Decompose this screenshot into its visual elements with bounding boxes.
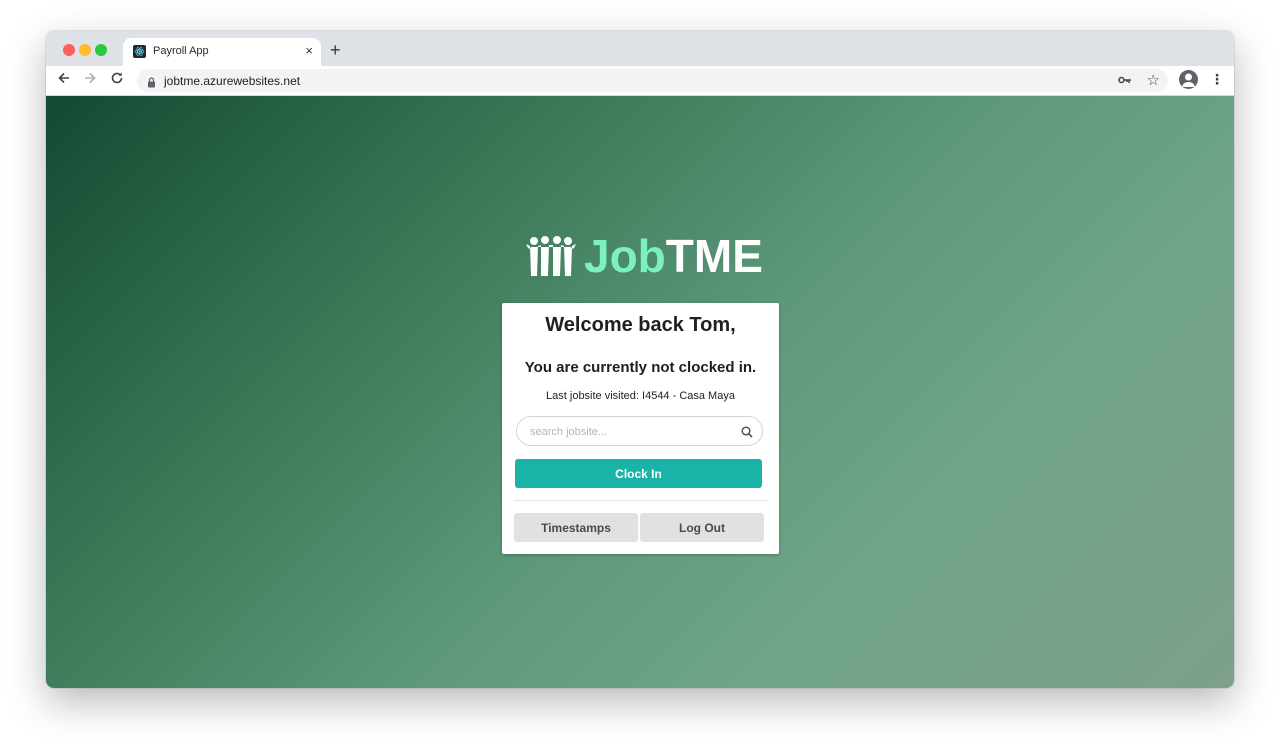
log-out-button[interactable]: Log Out (640, 513, 764, 542)
clock-in-button[interactable]: Clock In (515, 459, 762, 488)
jobsite-search-input[interactable] (528, 423, 732, 441)
app-logo: JobTME (526, 231, 763, 281)
new-tab-button[interactable]: + (330, 40, 341, 60)
bookmark-star-icon[interactable]: ☆ (1147, 71, 1160, 89)
logo-text-job: Job (584, 230, 666, 282)
back-icon[interactable] (57, 71, 71, 89)
people-logo-icon (526, 236, 576, 276)
minimize-window-button[interactable] (79, 44, 91, 56)
tab-title: Payroll App (153, 45, 209, 57)
url-text: jobtme.azurewebsites.net (164, 74, 301, 88)
last-jobsite-text: Last jobsite visited: I4544 - Casa Maya (546, 390, 735, 402)
timestamps-button[interactable]: Timestamps (514, 513, 638, 542)
more-menu-icon[interactable]: ⋮ (1210, 71, 1224, 88)
page-viewport: JobTME Welcome back Tom, You are current… (46, 96, 1234, 688)
clock-card: Welcome back Tom, You are currently not … (502, 303, 779, 554)
forward-icon[interactable] (83, 71, 97, 89)
browser-tab[interactable]: Payroll App × (123, 38, 321, 66)
close-window-button[interactable] (63, 44, 75, 56)
browser-window: Payroll App × + jobtme.azurewebsites.net… (46, 31, 1234, 688)
maximize-window-button[interactable] (95, 44, 107, 56)
search-icon[interactable] (741, 425, 753, 443)
react-icon (133, 45, 146, 58)
profile-icon[interactable] (1179, 70, 1198, 89)
lock-icon (147, 75, 156, 93)
address-bar[interactable]: jobtme.azurewebsites.net ☆ (137, 69, 1168, 92)
jobsite-search (516, 416, 763, 446)
divider (514, 500, 767, 501)
key-icon[interactable] (1118, 74, 1132, 88)
reload-icon[interactable] (110, 71, 124, 90)
browser-toolbar: jobtme.azurewebsites.net ☆ ⋮ (46, 66, 1234, 96)
welcome-heading: Welcome back Tom, (545, 314, 736, 336)
clock-status: You are currently not clocked in. (524, 359, 757, 376)
tab-bar: Payroll App × + (46, 31, 1234, 66)
logo-text-tme: TME (665, 230, 763, 282)
tab-close-icon[interactable]: × (305, 43, 313, 59)
